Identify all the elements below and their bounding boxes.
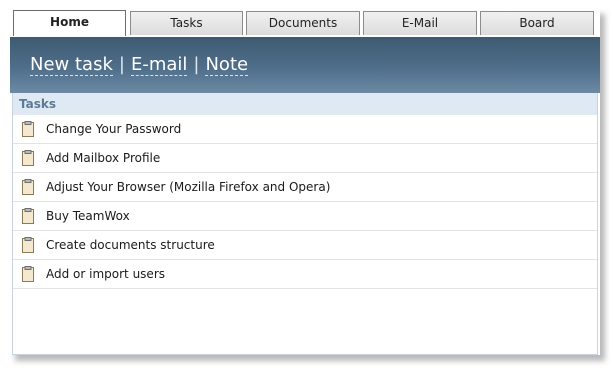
quick-actions: New task | E-mail | Note: [30, 54, 249, 76]
tab-board[interactable]: Board: [480, 11, 594, 35]
email-link[interactable]: E-mail: [130, 54, 188, 76]
task-label: Add Mailbox Profile: [46, 151, 161, 165]
new-task-link[interactable]: New task: [30, 54, 113, 76]
task-label: Buy TeamWox: [46, 209, 130, 223]
task-list: Change Your Password Add Mailbox Profile…: [13, 115, 597, 289]
clipboard-icon: [22, 208, 34, 224]
section-title: Tasks: [13, 93, 597, 115]
task-label: Adjust Your Browser (Mozilla Firefox and…: [46, 180, 331, 194]
task-label: Add or import users: [46, 267, 165, 281]
task-item[interactable]: Add or import users: [13, 260, 597, 289]
tab-email[interactable]: E-Mail: [363, 11, 477, 35]
task-item[interactable]: Create documents structure: [13, 231, 597, 260]
app-window: Home Tasks Documents E-Mail Board New ta…: [10, 9, 600, 355]
tab-home[interactable]: Home: [13, 10, 126, 36]
quick-actions-bar: New task | E-mail | Note: [10, 37, 600, 93]
tab-documents[interactable]: Documents: [246, 11, 360, 35]
task-item[interactable]: Buy TeamWox: [13, 202, 597, 231]
note-link[interactable]: Note: [205, 54, 249, 76]
clipboard-icon: [22, 266, 34, 282]
clipboard-icon: [22, 237, 34, 253]
tab-tasks[interactable]: Tasks: [130, 11, 243, 35]
clipboard-icon: [22, 179, 34, 195]
separator: |: [118, 54, 125, 75]
task-item[interactable]: Add Mailbox Profile: [13, 144, 597, 173]
clipboard-icon: [22, 121, 34, 137]
task-label: Create documents structure: [46, 238, 215, 252]
separator: |: [193, 54, 200, 75]
tasks-panel: Tasks Change Your Password Add Mailbox P…: [12, 93, 598, 355]
task-label: Change Your Password: [46, 122, 182, 136]
task-item[interactable]: Change Your Password: [13, 115, 597, 144]
task-item[interactable]: Adjust Your Browser (Mozilla Firefox and…: [13, 173, 597, 202]
clipboard-icon: [22, 150, 34, 166]
tab-bar: Home Tasks Documents E-Mail Board: [10, 9, 600, 37]
